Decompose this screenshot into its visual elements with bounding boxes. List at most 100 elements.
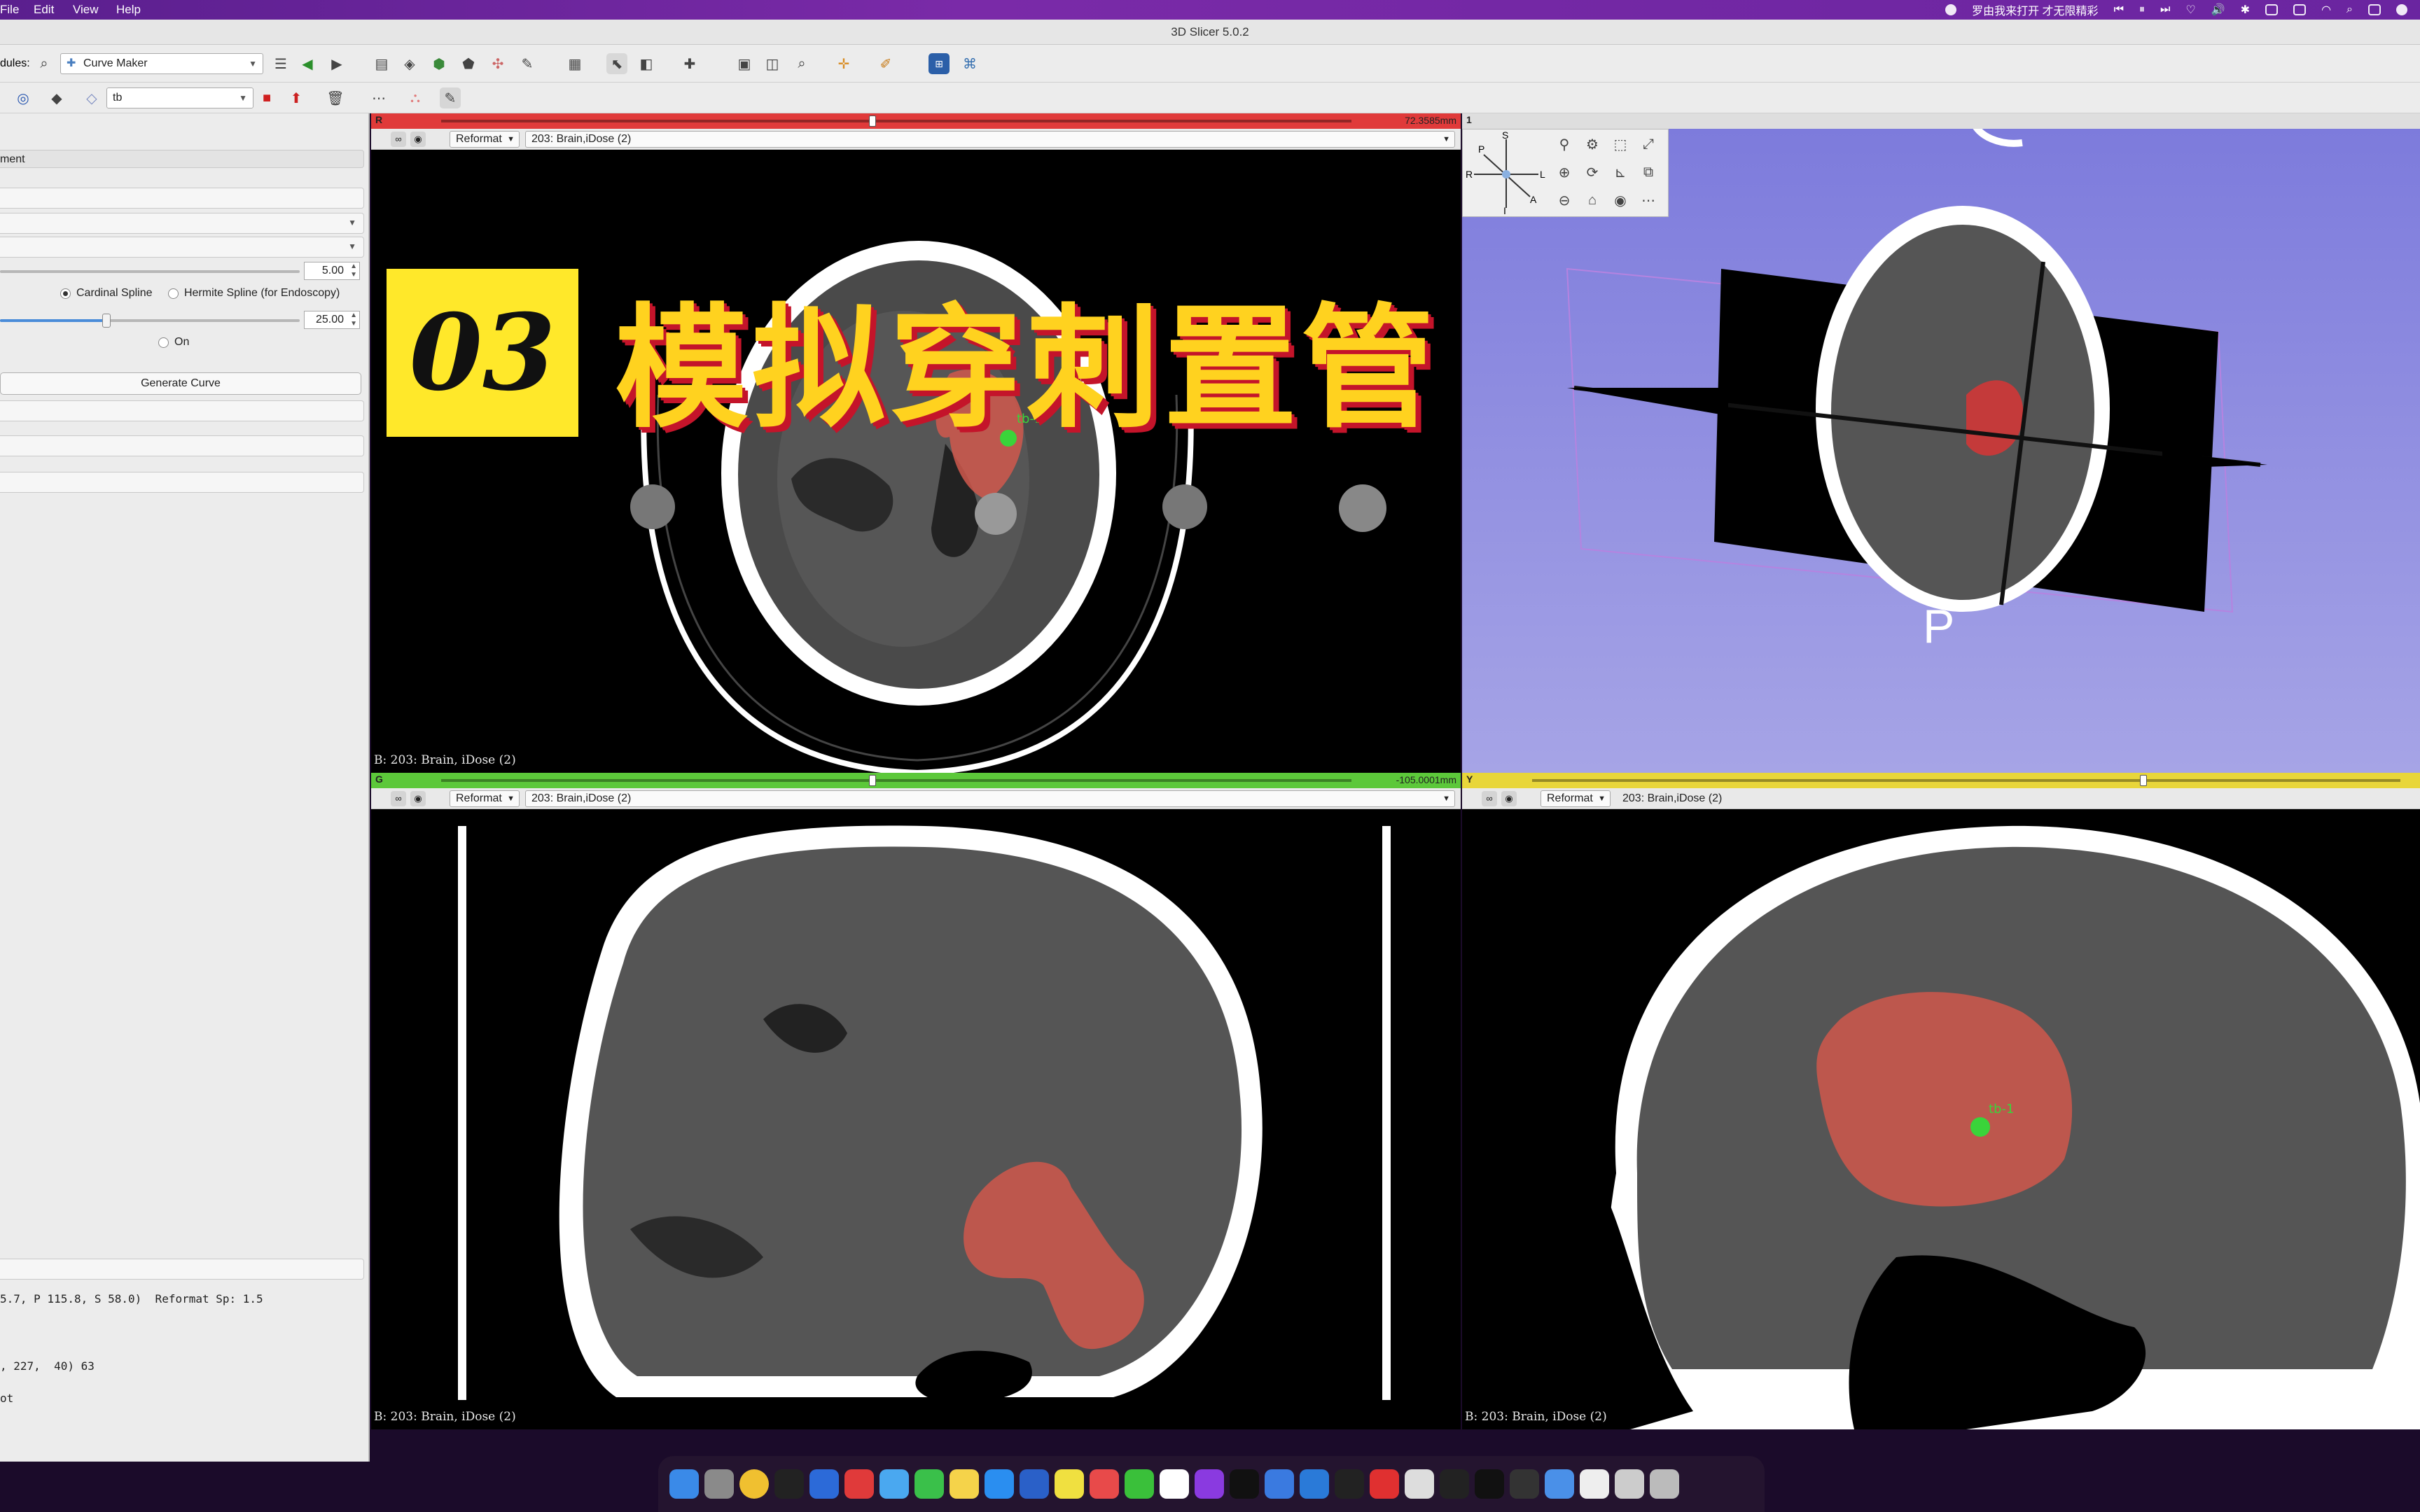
module-selector[interactable]: ✚ Curve Maker ▼ (60, 53, 263, 74)
eye-icon[interactable]: ◉ (410, 132, 426, 147)
stop-placement-icon[interactable]: ■ (256, 88, 277, 108)
reset-view-icon[interactable]: ⌂ (1580, 188, 1604, 212)
collapsible-section[interactable] (0, 472, 364, 493)
gear-icon[interactable]: ⚙ (1580, 132, 1604, 156)
red-slice-slider-handle[interactable] (869, 115, 876, 127)
curve-icon[interactable]: ◎ (13, 88, 34, 108)
menu-edit[interactable]: Edit (34, 3, 54, 17)
link-icon[interactable]: ∞ (1482, 791, 1497, 806)
module-history-icon[interactable]: ☰ (270, 53, 291, 74)
wifi-icon[interactable]: ◠ (2321, 3, 2331, 17)
pin-icon[interactable]: ⚲ (1552, 132, 1576, 156)
forward-arrow-icon[interactable]: ▶ (326, 53, 347, 74)
notes-icon[interactable] (950, 1469, 979, 1499)
zoom-icon[interactable]: ⌕ (791, 53, 812, 74)
models-icon[interactable]: ⬢ (429, 53, 450, 74)
yellow-reformat-selector[interactable]: Reformat ▼ (1541, 790, 1611, 807)
launchpad-icon[interactable] (704, 1469, 734, 1499)
final-cut-icon[interactable] (1195, 1469, 1224, 1499)
python-console-icon[interactable]: ⌘ (959, 53, 980, 74)
menu-view[interactable]: View (73, 3, 99, 17)
window-level-icon[interactable]: ◧ (636, 53, 657, 74)
source-node-selector[interactable]: ▼ (0, 213, 364, 234)
collapsible-section[interactable] (0, 435, 364, 456)
previous-track-icon[interactable]: ⏮ (2114, 4, 2124, 16)
more-icon[interactable]: ⋯ (1636, 188, 1660, 212)
layout-icon[interactable]: ▤ (371, 53, 392, 74)
green-reformat-selector[interactable]: Reformat ▼ (450, 790, 520, 807)
cardinal-spline-radio[interactable]: Cardinal Spline (60, 287, 153, 300)
pointer-mode-icon[interactable]: ⬉ (606, 53, 627, 74)
calendar-icon[interactable] (844, 1469, 874, 1499)
maximize-view-icon[interactable]: ⤢ (1636, 132, 1660, 156)
radius-slider-handle[interactable] (102, 314, 111, 328)
trash-icon[interactable] (1650, 1469, 1679, 1499)
red-volume-selector[interactable]: 203: Brain,iDose (2) ▼ (525, 131, 1455, 148)
wechat-icon[interactable] (1125, 1469, 1154, 1499)
photos-icon[interactable] (1160, 1469, 1189, 1499)
scene-view-icon[interactable]: ◫ (762, 53, 783, 74)
apple-tv-icon[interactable] (1475, 1469, 1504, 1499)
hermite-spline-radio[interactable]: Hermite Spline (for Endoscopy) (168, 287, 340, 300)
volume-rendering-icon[interactable]: ◈ (399, 53, 420, 74)
wps-icon[interactable] (1090, 1469, 1119, 1499)
pause-icon[interactable]: ⏸ (2139, 4, 2145, 16)
screenshot-icon[interactable]: ▦ (564, 53, 585, 74)
terminal-icon[interactable] (774, 1469, 804, 1499)
feishu-icon[interactable] (1265, 1469, 1294, 1499)
capture-icon[interactable]: ▣ (734, 53, 755, 74)
generate-curve-button[interactable]: Generate Curve (0, 372, 361, 395)
delete-icon[interactable]: 🗑 (325, 88, 346, 108)
radius-spinbox[interactable]: 25.00 ▲ ▼ (304, 311, 360, 329)
facetime-icon[interactable] (915, 1469, 944, 1499)
activity-monitor-icon[interactable] (1510, 1469, 1539, 1499)
transforms-icon[interactable]: ✣ (487, 53, 508, 74)
place-point-icon[interactable]: ⬆ (286, 88, 307, 108)
yellow-slice-track[interactable] (1532, 779, 2400, 782)
collapsible-section[interactable] (0, 400, 364, 421)
finder-icon[interactable] (669, 1469, 699, 1499)
capcut-icon[interactable] (1230, 1469, 1259, 1499)
control-center-icon[interactable] (2368, 4, 2381, 15)
input-row[interactable] (0, 188, 364, 209)
desktop-icon[interactable] (809, 1469, 839, 1499)
collapsible-section-header[interactable]: ment (0, 150, 364, 168)
red-slice-track[interactable] (441, 120, 1351, 122)
red-reformat-selector[interactable]: Reformat ▼ (450, 131, 520, 148)
markups-toolbox-icon[interactable]: ✐ (875, 53, 896, 74)
bluetooth-icon[interactable]: ✱ (2241, 3, 2250, 17)
axes-icon[interactable]: ⊾ (1608, 160, 1632, 184)
crosshair-toggle-icon[interactable]: ✚ (679, 53, 700, 74)
yellow-slice-slider-handle[interactable] (2140, 775, 2147, 786)
qq-icon[interactable] (1020, 1469, 1049, 1499)
more-options-icon[interactable]: ⋯ (368, 88, 389, 108)
green-slice-view[interactable]: B: 203: Brain, iDose (2) (371, 809, 1461, 1429)
output-node-selector[interactable]: ▼ (0, 237, 364, 258)
edit-markup-icon[interactable]: ✎ (440, 88, 461, 108)
cube-view-icon[interactable]: ⬚ (1608, 132, 1632, 156)
module-search-icon[interactable]: ⌕ (34, 53, 55, 74)
folder-icon[interactable] (1545, 1469, 1574, 1499)
markups-icon[interactable]: ✎ (517, 53, 538, 74)
menu-file[interactable]: File (0, 3, 19, 17)
data-probe-header[interactable] (0, 1259, 364, 1280)
input-method-icon[interactable] (2265, 4, 2279, 15)
zoom-out-icon[interactable]: ⊖ (1552, 188, 1576, 212)
link-icon[interactable]: ∞ (391, 791, 406, 806)
extensions-icon[interactable]: ⊞ (929, 53, 950, 74)
threed-view[interactable]: P S P R L A I ⚲ ⚙ ⬚ ⤢ ⊕ ⟳ ⊾ ⧉ ⊖ ⌂ ◉ ⋯ (1462, 129, 2420, 773)
green-volume-selector[interactable]: 203: Brain,iDose (2) ▼ (525, 790, 1455, 807)
ide-icon[interactable] (1335, 1469, 1364, 1499)
resolution-spinbox[interactable]: 5.00 ▲ ▼ (304, 262, 360, 280)
volume-icon[interactable]: 🔊 (2211, 3, 2225, 17)
now-playing-text[interactable]: 罗由我来打开 才无限精彩 (1972, 1, 2098, 18)
vscode-icon[interactable] (1300, 1469, 1329, 1499)
battery-icon[interactable] (2293, 4, 2307, 15)
chrome-icon[interactable] (739, 1469, 769, 1499)
downloads-icon[interactable] (1615, 1469, 1644, 1499)
markup-type-icon[interactable]: ◆ (46, 88, 67, 108)
zotero-icon[interactable] (1370, 1469, 1399, 1499)
resolution-slider[interactable] (0, 270, 300, 273)
yellow-volume-selector[interactable]: 203: Brain,iDose (2) (1616, 790, 2414, 807)
music-app-icon[interactable] (1945, 4, 1957, 15)
